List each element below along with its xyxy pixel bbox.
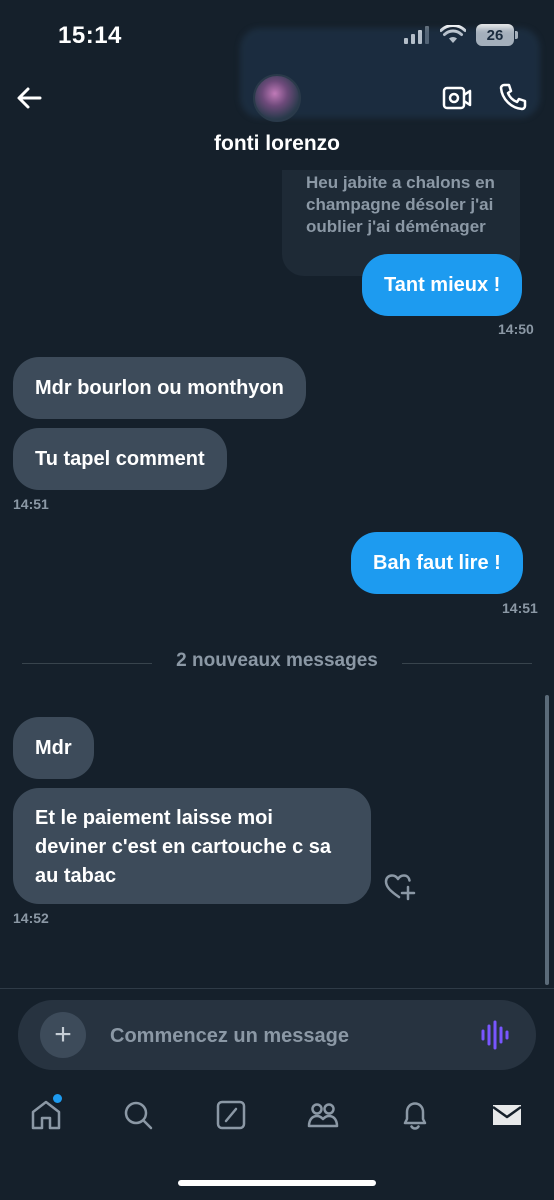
composer-separator [0,988,554,989]
message-timestamp: 14:51 [502,600,538,616]
divider-line [402,663,532,664]
message-timestamp: 14:52 [13,910,49,926]
contact-avatar[interactable] [253,74,301,122]
voice-wave-icon[interactable] [480,1020,512,1050]
arrow-left-icon[interactable] [14,82,46,114]
outgoing-message[interactable]: Tant mieux ! [362,254,523,316]
incoming-message[interactable]: Mdr [13,717,94,779]
notification-dot [53,1094,62,1103]
bottom-tab-bar [0,1090,554,1150]
search-icon[interactable] [121,1098,155,1132]
message-timestamp: 14:50 [498,321,534,337]
incoming-message[interactable]: Et le paiement laisse moi deviner c'est … [13,788,371,904]
compose-icon[interactable] [214,1098,248,1132]
home-indicator[interactable] [178,1180,376,1186]
mail-icon[interactable] [490,1098,524,1132]
home-icon[interactable] [29,1098,63,1132]
contact-name[interactable]: fonti lorenzo [0,132,554,156]
new-messages-label: 2 nouveaux messages [176,650,378,671]
message-composer: + [18,1000,536,1070]
conversation-header: fonti lorenzo [0,60,554,170]
phone-icon[interactable] [498,82,528,112]
status-time: 15:14 [58,22,122,49]
message-input[interactable] [110,1021,450,1051]
outgoing-message[interactable]: Bah faut lire ! [351,532,523,594]
new-messages-divider: 2 nouveaux messages [22,650,532,676]
incoming-message[interactable]: Tu tapel comment [13,428,227,490]
heart-plus-icon[interactable] [384,872,416,902]
message-timestamp: 14:51 [13,496,49,512]
video-camera-icon[interactable] [442,84,472,112]
plus-icon[interactable]: + [40,1012,86,1058]
bell-icon[interactable] [398,1098,432,1132]
incoming-message[interactable]: Mdr bourlon ou monthyon [13,357,306,419]
communities-icon[interactable] [306,1098,340,1132]
scrollbar[interactable] [545,695,549,985]
